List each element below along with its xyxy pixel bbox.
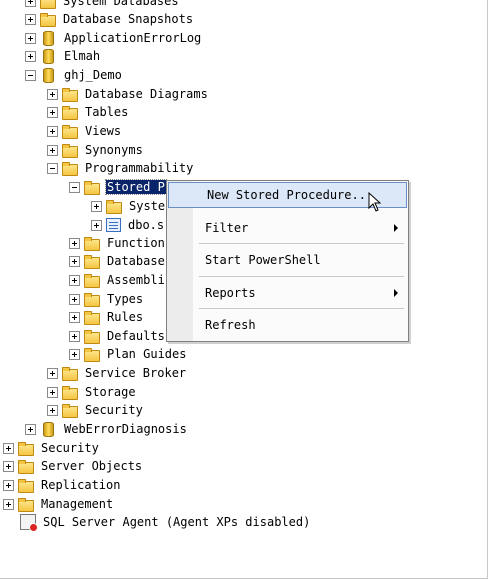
tree-node-system-databases[interactable]: System Databases bbox=[25, 0, 180, 10]
folder-icon bbox=[84, 292, 100, 307]
folder-icon bbox=[62, 105, 78, 120]
tree-node-database-triggers[interactable]: Database bbox=[69, 252, 166, 270]
menu-separator bbox=[199, 243, 404, 244]
tree-node-server-objects[interactable]: Server Objects bbox=[3, 457, 143, 475]
menu-item-reports[interactable]: Reports bbox=[167, 281, 408, 305]
tree-node-database-snapshots[interactable]: Database Snapshots bbox=[25, 10, 194, 28]
tree-node-database-diagrams[interactable]: Database Diagrams bbox=[47, 85, 209, 103]
tree-node-types[interactable]: Types bbox=[69, 290, 144, 308]
tree-node-security[interactable]: Security bbox=[3, 439, 100, 457]
folder-icon bbox=[84, 236, 100, 251]
expand-icon[interactable] bbox=[47, 125, 58, 137]
tree-node-stored-procedures[interactable]: Stored P bbox=[69, 178, 167, 196]
tree-node-weberrordiagnosis[interactable]: WebErrorDiagnosis bbox=[25, 420, 188, 438]
menu-item-refresh[interactable]: Refresh bbox=[167, 313, 408, 337]
tree-node-replication[interactable]: Replication bbox=[3, 476, 121, 494]
folder-icon bbox=[62, 124, 78, 139]
tree-node-programmability[interactable]: Programmability bbox=[47, 159, 194, 177]
folder-icon bbox=[84, 180, 100, 195]
collapse-icon[interactable] bbox=[25, 69, 36, 81]
expand-icon[interactable] bbox=[47, 367, 58, 379]
collapse-icon[interactable] bbox=[69, 181, 80, 193]
expand-icon[interactable] bbox=[25, 0, 36, 7]
database-icon bbox=[43, 421, 54, 437]
submenu-arrow-icon bbox=[394, 289, 398, 297]
folder-icon bbox=[62, 143, 78, 158]
tree-node-rules[interactable]: Rules bbox=[69, 308, 144, 326]
tree-node-service-broker[interactable]: Service Broker bbox=[47, 364, 187, 382]
stored-procedure-icon bbox=[106, 218, 121, 232]
submenu-arrow-icon bbox=[394, 224, 398, 232]
tree-node-dbo-stored-procedure[interactable]: dbo.s bbox=[91, 216, 165, 234]
folder-icon bbox=[106, 199, 122, 214]
expand-icon[interactable] bbox=[69, 237, 80, 249]
folder-icon bbox=[18, 497, 34, 512]
database-icon bbox=[43, 67, 54, 83]
tree-node-synonyms[interactable]: Synonyms bbox=[47, 141, 144, 159]
expand-icon[interactable] bbox=[91, 200, 102, 212]
folder-icon bbox=[18, 459, 34, 474]
folder-icon bbox=[18, 478, 34, 493]
sql-agent-icon bbox=[20, 514, 38, 532]
folder-icon bbox=[40, 12, 56, 27]
expand-icon[interactable] bbox=[3, 479, 14, 491]
collapse-icon[interactable] bbox=[47, 162, 58, 174]
expand-icon[interactable] bbox=[69, 311, 80, 323]
expand-icon[interactable] bbox=[47, 386, 58, 398]
folder-icon bbox=[62, 385, 78, 400]
tree-node-sql-server-agent[interactable]: SQL Server Agent (Agent XPs disabled) bbox=[20, 513, 311, 532]
expand-icon[interactable] bbox=[25, 50, 36, 62]
mouse-pointer-icon bbox=[368, 192, 382, 212]
menu-item-start-powershell[interactable]: Start PowerShell bbox=[167, 248, 408, 272]
tree-node-defaults[interactable]: Defaults bbox=[69, 327, 166, 345]
folder-icon bbox=[84, 329, 100, 344]
folder-icon bbox=[84, 273, 100, 288]
tree-node-functions[interactable]: Function bbox=[69, 234, 166, 252]
folder-icon bbox=[84, 310, 100, 325]
database-icon bbox=[43, 48, 54, 64]
folder-icon bbox=[40, 0, 56, 9]
menu-separator bbox=[199, 308, 404, 309]
folder-icon bbox=[62, 366, 78, 381]
expand-icon[interactable] bbox=[47, 106, 58, 118]
expand-icon[interactable] bbox=[3, 498, 14, 510]
expand-icon[interactable] bbox=[47, 144, 58, 156]
folder-icon bbox=[18, 441, 34, 456]
folder-icon bbox=[62, 403, 78, 418]
tree-node-storage[interactable]: Storage bbox=[47, 383, 137, 401]
tree-node-elmah[interactable]: Elmah bbox=[25, 47, 101, 65]
expand-icon[interactable] bbox=[3, 460, 14, 472]
tree-node-views[interactable]: Views bbox=[47, 122, 122, 140]
folder-icon bbox=[84, 254, 100, 269]
tree-node-security-db[interactable]: Security bbox=[47, 401, 144, 419]
expand-icon[interactable] bbox=[25, 13, 36, 25]
tree-node-management[interactable]: Management bbox=[3, 495, 114, 513]
expand-icon[interactable] bbox=[69, 274, 80, 286]
tree-node-assemblies[interactable]: Assembli bbox=[69, 271, 166, 289]
tree-node-ghj-demo[interactable]: ghj_Demo bbox=[25, 66, 123, 84]
expand-icon[interactable] bbox=[25, 32, 36, 44]
expand-icon[interactable] bbox=[69, 293, 80, 305]
folder-icon bbox=[62, 161, 78, 176]
menu-separator bbox=[199, 276, 404, 277]
folder-icon bbox=[62, 87, 78, 102]
expand-icon[interactable] bbox=[3, 442, 14, 454]
expand-icon[interactable] bbox=[69, 348, 80, 360]
expand-icon[interactable] bbox=[69, 330, 80, 342]
expand-icon[interactable] bbox=[47, 88, 58, 100]
tree-node-plan-guides[interactable]: Plan Guides bbox=[69, 345, 187, 363]
expand-icon[interactable] bbox=[47, 404, 58, 416]
tree-node-system-stored-procedures[interactable]: Syste bbox=[91, 197, 166, 215]
tree-node-applicationerrorlog[interactable]: ApplicationErrorLog bbox=[25, 29, 202, 47]
menu-item-filter[interactable]: Filter bbox=[167, 216, 408, 240]
database-icon bbox=[43, 30, 54, 46]
expand-icon[interactable] bbox=[25, 423, 36, 435]
tree-node-tables[interactable]: Tables bbox=[47, 103, 129, 121]
expand-icon[interactable] bbox=[91, 219, 102, 231]
folder-icon bbox=[84, 347, 100, 362]
expand-icon[interactable] bbox=[69, 255, 80, 267]
